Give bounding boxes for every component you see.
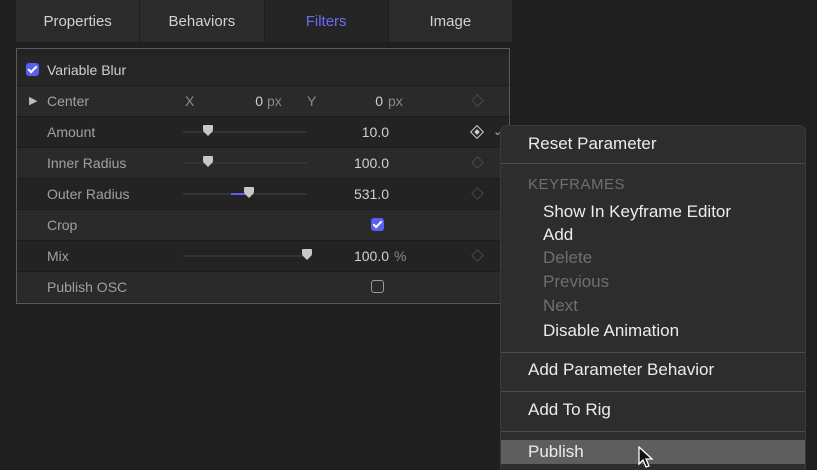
menu-item-disable-animation[interactable]: Disable Animation: [501, 319, 805, 343]
param-label: Crop: [47, 217, 78, 233]
menu-item-label: Next: [543, 296, 578, 315]
keyframe-diamond-icon[interactable]: [471, 156, 484, 169]
menu-item-previous: Previous: [501, 270, 805, 294]
param-label: Inner Radius: [47, 155, 127, 171]
tab-filters[interactable]: Filters: [264, 0, 389, 42]
disclosure-triangle-icon[interactable]: ▶: [29, 86, 37, 116]
y-label: Y: [307, 93, 317, 109]
menu-item-label: Disable Animation: [543, 321, 680, 340]
menu-item-label: Add To Rig: [528, 400, 611, 419]
filter-enable-checkbox[interactable]: [26, 63, 39, 76]
param-row-outer-radius: Outer Radius 531.0: [17, 179, 509, 210]
menu-separator: [501, 391, 805, 392]
x-label: X: [185, 93, 195, 109]
crop-checkbox[interactable]: [371, 218, 384, 231]
param-row-mix: Mix 100.0 %: [17, 241, 509, 272]
menu-item-delete: Delete: [501, 246, 805, 270]
menu-item-label: Add: [543, 225, 574, 244]
menu-item-reset-parameter[interactable]: Reset Parameter: [501, 132, 805, 156]
y-unit: px: [388, 93, 403, 109]
publish-osc-checkbox[interactable]: [371, 280, 384, 293]
menu-item-label: Delete: [543, 248, 593, 267]
param-row-amount: Amount 10.0 ⌄: [17, 117, 509, 148]
param-row-inner-radius: Inner Radius 100.0: [17, 148, 509, 179]
menu-item-add-to-rig[interactable]: Add To Rig▶: [501, 398, 805, 422]
param-label: Amount: [47, 124, 96, 140]
menu-item-label: Publish: [528, 442, 584, 461]
mix-unit: %: [394, 248, 407, 264]
tab-image[interactable]: Image: [389, 0, 512, 42]
menu-item-show-in-keyframe-editor[interactable]: Show In Keyframe Editor: [501, 200, 805, 224]
mouse-pointer-icon: [638, 446, 654, 468]
center-y-value[interactable]: 0: [347, 86, 383, 116]
keyframe-diamond-icon[interactable]: [471, 187, 484, 200]
param-row-publish-osc: Publish OSC: [17, 272, 509, 302]
menu-item-add-parameter-behavior[interactable]: Add Parameter Behavior▶: [501, 358, 805, 382]
amount-slider-track[interactable]: [183, 131, 307, 133]
filter-panel: Variable Blur ▶ Center X 0 px Y 0 px Amo…: [16, 48, 510, 304]
inspector-tabs: Properties Behaviors Filters Image: [16, 0, 512, 42]
mix-value[interactable]: 100.0: [327, 241, 389, 271]
filter-header-row: Variable Blur: [17, 55, 509, 86]
filter-name: Variable Blur: [47, 62, 127, 78]
menu-item-add[interactable]: Add: [501, 223, 805, 247]
tab-behaviors[interactable]: Behaviors: [140, 0, 265, 42]
x-unit: px: [267, 93, 282, 109]
menu-item-label: Previous: [543, 272, 610, 291]
menu-item-label: Add Parameter Behavior: [528, 360, 715, 379]
keyframe-diamond-icon[interactable]: [471, 249, 484, 262]
menu-item-label: Reset Parameter: [528, 134, 657, 153]
param-row-crop: Crop: [17, 210, 509, 241]
tab-properties[interactable]: Properties: [16, 0, 141, 42]
inner-radius-value[interactable]: 100.0: [327, 148, 389, 178]
outer-radius-value[interactable]: 531.0: [327, 179, 389, 209]
param-row-center: ▶ Center X 0 px Y 0 px: [17, 86, 509, 117]
center-x-value[interactable]: 0: [227, 86, 263, 116]
param-label: Center: [47, 93, 90, 109]
keyframe-diamond-icon[interactable]: [471, 94, 484, 107]
menu-item-next: Next: [501, 294, 805, 318]
param-label: Mix: [47, 248, 69, 264]
keyframes-section-header: KEYFRAMES: [528, 176, 626, 193]
param-label: Outer Radius: [47, 186, 130, 202]
inner-radius-slider-track[interactable]: [183, 162, 307, 164]
keyframe-diamond-icon[interactable]: [469, 124, 485, 140]
amount-value[interactable]: 10.0: [327, 117, 389, 147]
menu-separator: [501, 352, 805, 353]
menu-separator: [501, 163, 805, 164]
parameter-context-menu: Reset Parameter KEYFRAMES Show In Keyfra…: [501, 126, 805, 470]
mix-slider-track[interactable]: [183, 255, 307, 257]
menu-item-label: Show In Keyframe Editor: [543, 202, 732, 221]
param-label: Publish OSC: [47, 279, 128, 295]
menu-separator: [501, 431, 805, 432]
